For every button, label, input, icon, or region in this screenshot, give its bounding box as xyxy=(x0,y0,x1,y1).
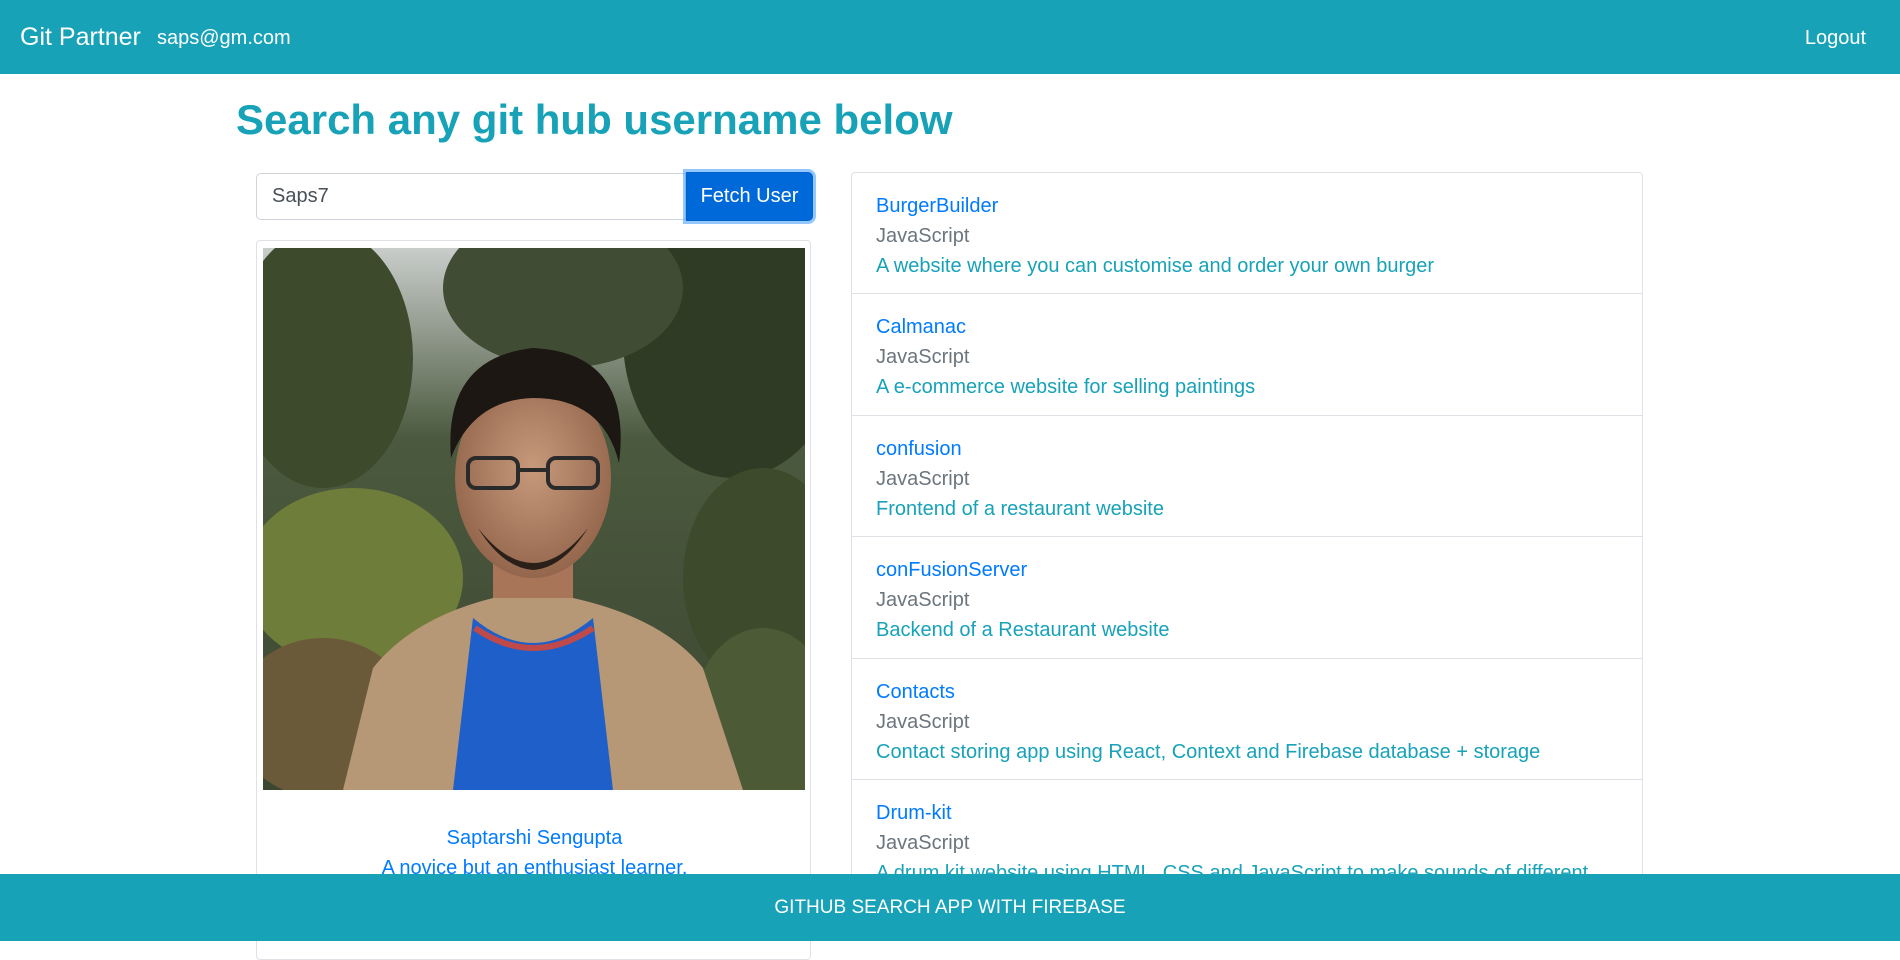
repository-list: BurgerBuilder JavaScript A website where… xyxy=(851,172,1643,902)
repo-list-item: Calmanac JavaScript A e-commerce website… xyxy=(851,294,1643,416)
brand-link[interactable]: Git Partner xyxy=(20,22,141,52)
logout-link[interactable]: Logout xyxy=(1805,26,1866,50)
repo-description: Contact storing app using React, Context… xyxy=(876,740,1541,763)
repo-language: JavaScript xyxy=(876,346,970,368)
repo-description: Backend of a Restaurant website xyxy=(876,619,1170,641)
username-search-input[interactable] xyxy=(256,173,686,220)
page-title: Search any git hub username below xyxy=(236,96,953,143)
repo-language: JavaScript xyxy=(876,589,970,611)
repo-description: A e-commerce website for selling paintin… xyxy=(876,376,1256,398)
repo-name-link[interactable]: Calmanac xyxy=(876,312,1618,342)
repo-list-item: conFusionServer JavaScript Backend of a … xyxy=(851,537,1643,659)
user-avatar-photo xyxy=(263,248,805,790)
user-profile-card: Saptarshi Sengupta A novice but an enthu… xyxy=(256,240,811,960)
repo-language: JavaScript xyxy=(876,225,970,247)
profile-name: Saptarshi Sengupta xyxy=(446,827,623,849)
repo-list-item: BurgerBuilder JavaScript A website where… xyxy=(851,172,1643,294)
repo-description: A website where you can customise and or… xyxy=(876,255,1435,277)
repo-name-link[interactable]: confusion xyxy=(876,434,1618,464)
user-email: saps@gm.com xyxy=(157,27,291,49)
page-footer: GITHUB SEARCH APP WITH FIREBASE xyxy=(0,874,1900,941)
repo-name-link[interactable]: Contacts xyxy=(876,677,1618,707)
repo-list-item: confusion JavaScript Frontend of a resta… xyxy=(851,415,1643,537)
repo-name-link[interactable]: conFusionServer xyxy=(876,555,1618,585)
repo-name-link[interactable]: BurgerBuilder xyxy=(876,191,1618,221)
repo-list-item: Contacts JavaScript Contact storing app … xyxy=(851,658,1643,780)
repo-language: JavaScript xyxy=(876,467,970,490)
repo-language: JavaScript xyxy=(876,710,970,733)
top-navbar: Git Partner saps@gm.com Logout xyxy=(0,0,1900,74)
fetch-user-button[interactable]: Fetch User xyxy=(686,172,813,221)
repo-name-link[interactable]: Drum-kit xyxy=(876,798,1618,828)
repo-language: JavaScript xyxy=(876,832,970,854)
repo-description: Frontend of a restaurant website xyxy=(876,497,1164,520)
